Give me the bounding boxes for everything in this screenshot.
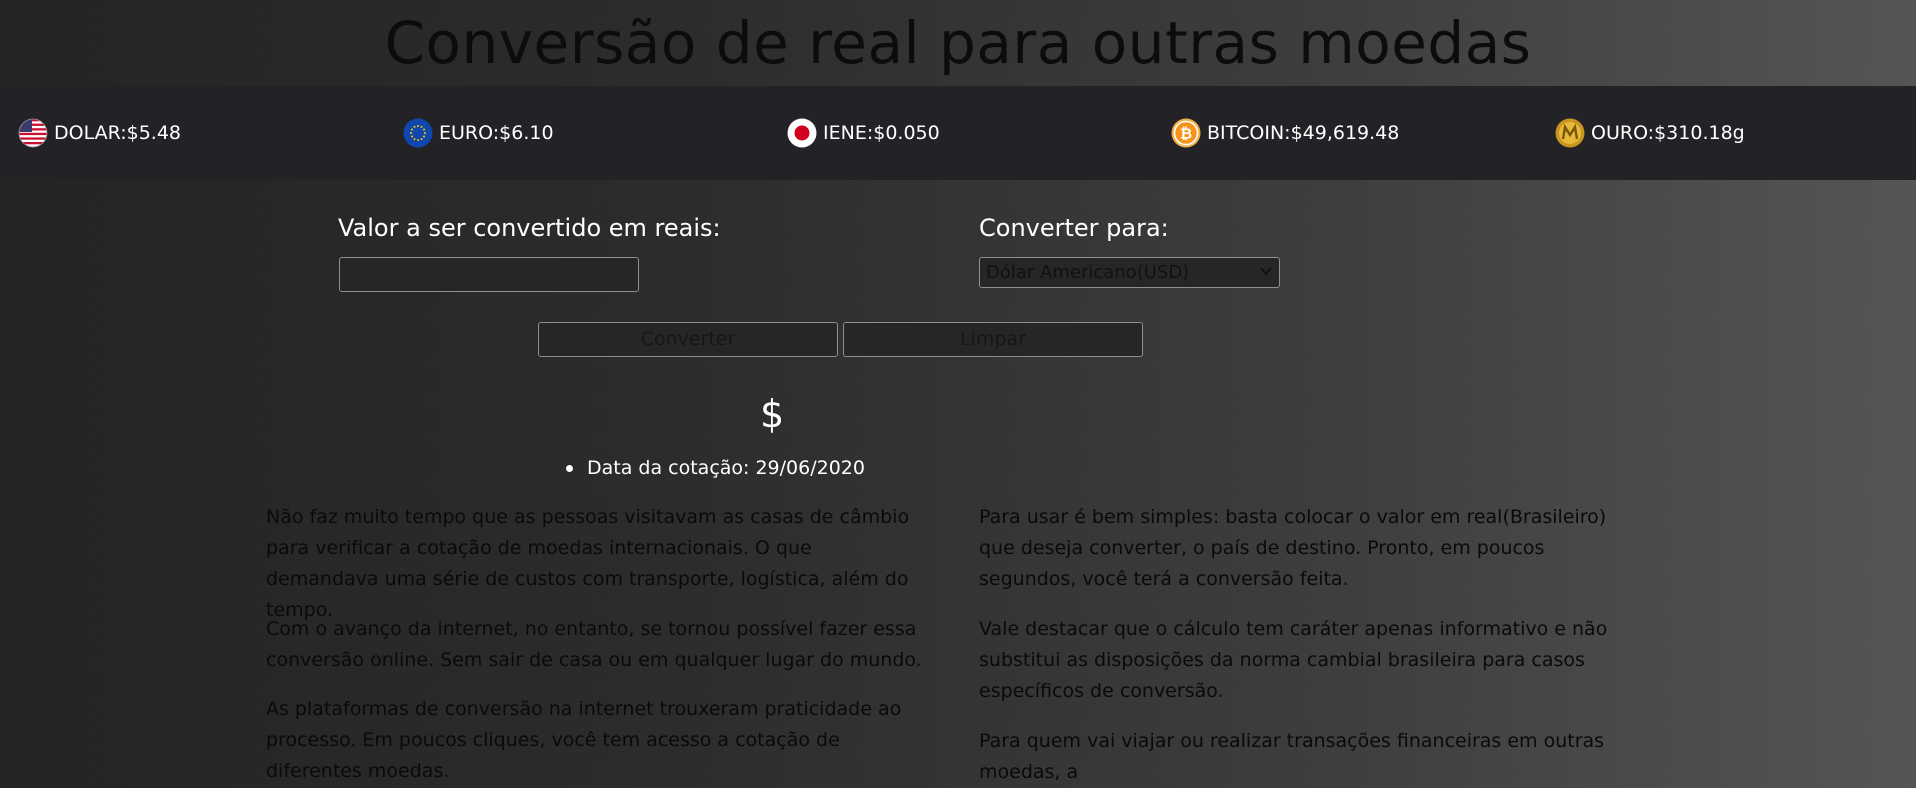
- ticker-text: DOLAR:$5.48: [54, 122, 182, 144]
- quote-date-text: Data da cotação: 29/06/2020: [587, 457, 865, 479]
- japan-flag-icon: [787, 118, 817, 148]
- amount-label: Valor a ser convertido em reais:: [338, 214, 721, 242]
- bullet: [566, 464, 573, 472]
- ticker-item-iene: IENE:$0.050: [787, 118, 940, 148]
- ticker-text: OURO:$310.18g: [1591, 122, 1745, 144]
- currency-select[interactable]: Dólar Americano(USD): [979, 257, 1280, 288]
- currency-ticker: DOLAR:$5.48 EURO:$6.10 IENE:$0.050 ₿ BIT…: [0, 86, 1916, 180]
- chevron-down-icon: [1260, 267, 1272, 276]
- target-currency-label: Converter para:: [979, 214, 1169, 242]
- quote-date: Data da cotação: 29/06/2020: [566, 457, 865, 479]
- article-paragraph: Vale destacar que o cálculo tem caráter …: [979, 618, 1608, 702]
- svg-text:₿: ₿: [1180, 125, 1192, 143]
- article-paragraph: Com o avanço da internet, no entanto, se…: [266, 618, 922, 671]
- result-currency-symbol: $: [760, 392, 785, 436]
- ticker-item-dolar: DOLAR:$5.48: [18, 118, 181, 148]
- clear-button[interactable]: Limpar: [843, 322, 1143, 357]
- gold-icon: [1555, 118, 1585, 148]
- ticker-item-euro: EURO:$6.10: [403, 118, 554, 148]
- ticker-item-bitcoin: ₿ BITCOIN:$49,619.48: [1171, 118, 1399, 148]
- eu-flag-icon: [403, 118, 433, 148]
- currency-select-value: Dólar Americano(USD): [986, 262, 1190, 283]
- page-title: Conversão de real para outras moedas: [384, 9, 1532, 77]
- us-flag-icon: [18, 118, 48, 148]
- article-paragraph: Para usar é bem simples: basta colocar o…: [979, 506, 1607, 590]
- ticker-item-ouro: OURO:$310.18g: [1555, 118, 1745, 148]
- amount-input[interactable]: [339, 257, 639, 292]
- ticker-text: IENE:$0.050: [823, 122, 940, 144]
- ticker-text: EURO:$6.10: [439, 122, 554, 144]
- article-paragraph: Para quem vai viajar ou realizar transaç…: [979, 730, 1605, 783]
- article-paragraph: As plataformas de conversão na internet …: [266, 698, 902, 782]
- article-paragraph: Não faz muito tempo que as pessoas visit…: [266, 506, 910, 621]
- ticker-text: BITCOIN:$49,619.48: [1207, 122, 1400, 144]
- convert-button[interactable]: Converter: [538, 322, 838, 357]
- bitcoin-icon: ₿: [1171, 118, 1201, 148]
